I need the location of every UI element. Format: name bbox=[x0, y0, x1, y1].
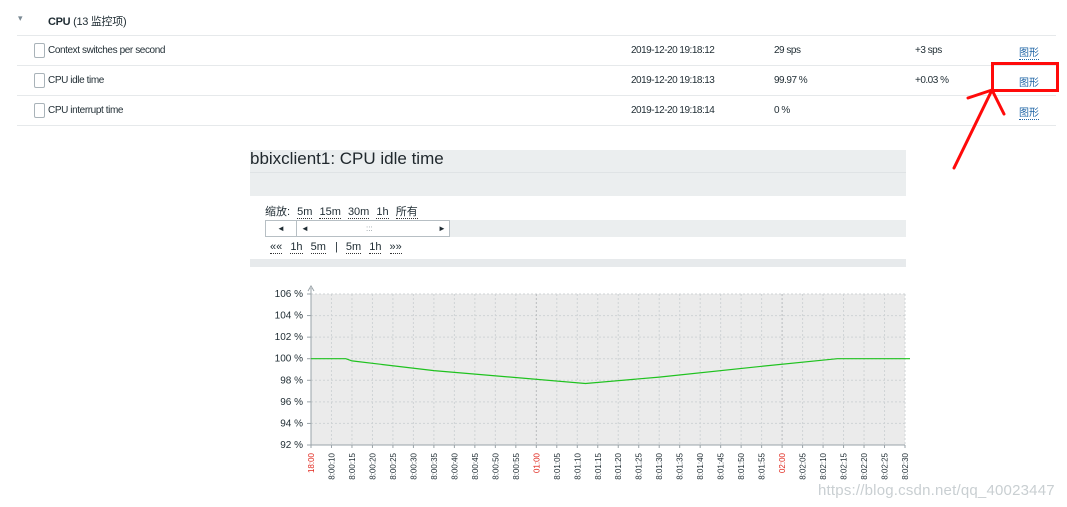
scroll-right-icon[interactable]: ► bbox=[438, 221, 446, 236]
time-scroller[interactable]: ◄ ◄ ::: ► bbox=[265, 220, 450, 237]
group-title: CPU (13 监控项) bbox=[48, 13, 127, 29]
item-last-check: 2019-12-20 19:18:13 bbox=[631, 75, 715, 86]
row-checkbox[interactable] bbox=[34, 43, 45, 58]
zoom-all[interactable]: 所有 bbox=[395, 206, 418, 219]
x-tick-label: 8:00:55 bbox=[512, 452, 521, 479]
scroll-left-icon[interactable]: ◄ bbox=[266, 221, 297, 236]
x-tick-label: 8:00:10 bbox=[327, 452, 336, 479]
row-checkbox[interactable] bbox=[34, 73, 45, 88]
graph-header: bbixclient1: CPU idle time bbox=[250, 149, 906, 196]
x-tick-label: 8:01:50 bbox=[737, 452, 746, 479]
x-tick-label: 02:00 bbox=[778, 452, 787, 473]
scroll-step-left-icon[interactable]: ◄ bbox=[301, 221, 309, 236]
nav-first[interactable]: «« bbox=[270, 241, 283, 254]
period-nav: «« 1h 5m | 5m 1h »» bbox=[265, 241, 402, 254]
table-row: CPU idle time 2019-12-20 19:18:13 99.97 … bbox=[17, 65, 1056, 95]
zoom-30m[interactable]: 30m bbox=[347, 206, 370, 219]
graph-link[interactable]: 图形 bbox=[1019, 44, 1039, 60]
x-tick-label: 8:01:25 bbox=[635, 452, 644, 479]
graph-divider bbox=[250, 259, 906, 267]
x-tick-label: 8:02:10 bbox=[819, 452, 828, 479]
x-tick-label: 8:01:20 bbox=[614, 452, 623, 479]
nav-back-5m[interactable]: 5m bbox=[310, 241, 326, 254]
item-last-check: 2019-12-20 19:18:12 bbox=[631, 45, 715, 56]
items-table: Context switches per second 2019-12-20 1… bbox=[17, 35, 1056, 126]
nav-separator: | bbox=[334, 241, 338, 253]
y-tick-label: 100 % bbox=[275, 354, 303, 365]
item-name: Context switches per second bbox=[48, 45, 166, 56]
y-tick-label: 98 % bbox=[280, 375, 303, 386]
table-row: Context switches per second 2019-12-20 1… bbox=[17, 35, 1056, 65]
collapse-caret-icon[interactable]: ▾ bbox=[18, 13, 23, 24]
header-divider bbox=[250, 172, 906, 173]
y-tick-label: 94 % bbox=[280, 418, 303, 429]
x-tick-label: 8:01:55 bbox=[758, 452, 767, 479]
zoom-15m[interactable]: 15m bbox=[319, 206, 341, 219]
y-tick-label: 102 % bbox=[275, 332, 303, 343]
item-last-value: 29 sps bbox=[774, 45, 801, 56]
zoom-controls: 缩放: 5m 15m 30m 1h 所有 bbox=[265, 203, 418, 219]
watermark: https://blog.csdn.net/qq_40023447 bbox=[818, 482, 1055, 499]
x-tick-label: 8:01:10 bbox=[573, 452, 582, 479]
item-last-check: 2019-12-20 19:18:14 bbox=[631, 105, 715, 116]
x-tick-label: 8:01:45 bbox=[717, 452, 726, 479]
x-tick-label: 8:00:45 bbox=[471, 452, 480, 479]
x-tick-label: 01:00 bbox=[532, 452, 541, 473]
zoom-label: 缩放: bbox=[265, 206, 291, 218]
item-name: CPU interrupt time bbox=[48, 105, 124, 116]
x-tick-label: 8:01:35 bbox=[676, 452, 685, 479]
nav-forward-1h[interactable]: 1h bbox=[369, 241, 382, 254]
y-tick-label: 106 % bbox=[275, 289, 303, 300]
group-header-cpu[interactable]: ▾ CPU (13 监控项) bbox=[0, 6, 1067, 34]
x-tick-label: 8:00:35 bbox=[430, 452, 439, 479]
red-arrow-annotation bbox=[952, 88, 1006, 170]
x-tick-label: 8:00:15 bbox=[348, 452, 357, 479]
item-name: CPU idle time bbox=[48, 75, 104, 86]
x-tick-label: 8:01:40 bbox=[696, 452, 705, 479]
group-count: (13 监控项) bbox=[73, 16, 127, 28]
x-tick-label: 8:02:30 bbox=[901, 452, 910, 479]
x-tick-label: 8:00:20 bbox=[368, 452, 377, 479]
zoom-5m[interactable]: 5m bbox=[297, 206, 313, 219]
x-tick-label: 8:01:30 bbox=[655, 452, 664, 479]
item-last-value: 99.97 % bbox=[774, 75, 808, 86]
x-tick-label: 8:01:15 bbox=[594, 452, 603, 479]
x-tick-label: 8:02:25 bbox=[881, 452, 890, 479]
x-tick-label: 8:00:50 bbox=[491, 452, 500, 479]
item-last-value: 0 % bbox=[774, 105, 790, 116]
graph-link[interactable]: 图形 bbox=[1019, 104, 1039, 120]
zoom-1h[interactable]: 1h bbox=[376, 206, 389, 219]
nav-back-1h[interactable]: 1h bbox=[290, 241, 303, 254]
x-tick-label: 8:02:05 bbox=[799, 452, 808, 479]
x-tick-label: 8:00:25 bbox=[389, 452, 398, 479]
x-tick-label: 8:00:40 bbox=[450, 452, 459, 479]
x-tick-label: 8:01:05 bbox=[553, 452, 562, 479]
scroll-grip-icon[interactable]: ::: bbox=[366, 221, 373, 236]
graph-title: bbixclient1: CPU idle time bbox=[250, 149, 444, 168]
x-tick-label: 8:00:30 bbox=[409, 452, 418, 479]
scroll-track[interactable] bbox=[450, 220, 906, 237]
nav-last[interactable]: »» bbox=[389, 241, 402, 254]
y-tick-label: 92 % bbox=[280, 440, 303, 451]
row-checkbox[interactable] bbox=[34, 103, 45, 118]
cpu-idle-chart: 106 % 104 % 102 % 100 % 98 % 96 % 94 % 92 % 18:0… bbox=[275, 285, 910, 480]
y-tick-label: 104 % bbox=[275, 311, 303, 322]
plot-area bbox=[311, 294, 905, 445]
y-tick-label: 96 % bbox=[280, 397, 303, 408]
nav-forward-5m[interactable]: 5m bbox=[345, 241, 362, 254]
table-row: CPU interrupt time 2019-12-20 19:18:14 0… bbox=[17, 95, 1056, 126]
item-change: +3 sps bbox=[915, 45, 942, 56]
x-tick-label: 8:02:15 bbox=[840, 452, 849, 479]
x-tick-label: 18:00 bbox=[307, 452, 316, 473]
x-tick-label: 8:02:20 bbox=[860, 452, 869, 479]
group-name: CPU bbox=[48, 16, 71, 28]
